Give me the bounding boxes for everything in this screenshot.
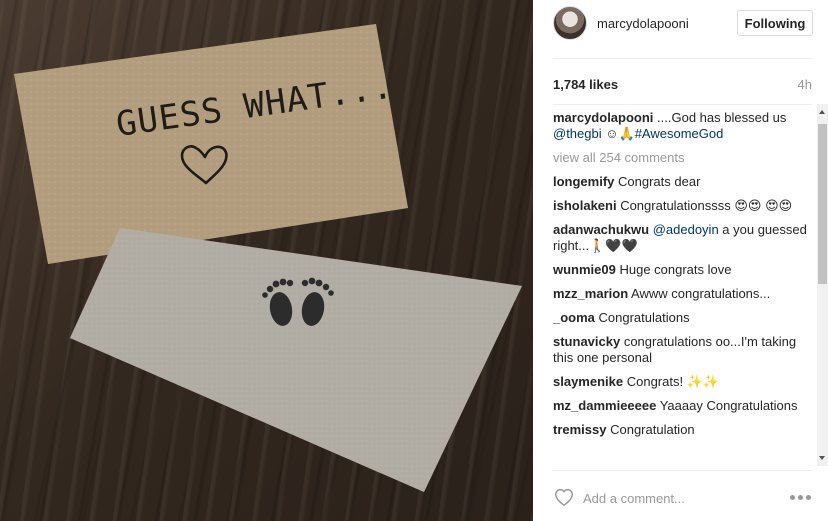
comments-list[interactable]: marcydolapooni ....God has blessed us @t… xyxy=(553,110,819,466)
grey-card xyxy=(70,228,522,492)
comment-text: Congratulation xyxy=(606,422,695,437)
comment-item: mzz_marion Awww congratulations... xyxy=(553,286,819,302)
avatar[interactable] xyxy=(553,6,587,40)
comment-item: stunavicky congratulations oo...I'm taki… xyxy=(553,334,819,366)
post-time[interactable]: 4h xyxy=(798,77,812,92)
comment-text: Huge congrats love xyxy=(615,262,732,277)
comment-username[interactable]: tremissy xyxy=(553,422,606,437)
comment-text: Yaaaay Congratulations xyxy=(656,398,798,413)
caption-username[interactable]: marcydolapooni xyxy=(553,110,653,125)
comment-item: longemify Congrats dear xyxy=(553,174,819,190)
comment-text: Congratulations xyxy=(594,310,690,325)
post-photo[interactable]: GUESS WHAT... xyxy=(0,0,533,521)
comments-scrollbar[interactable] xyxy=(817,104,828,466)
likes-count[interactable]: 1,784 likes xyxy=(553,77,618,92)
comment-item: slaymenike Congrats! ✨✨ xyxy=(553,374,819,390)
caption-emoji: ☺🙏 xyxy=(601,126,635,141)
view-all-comments-link[interactable]: view all 254 comments xyxy=(553,150,819,166)
scroll-up-arrow-icon[interactable] xyxy=(819,110,825,114)
comment-username[interactable]: adanwachukwu xyxy=(553,222,649,237)
comment-item: isholakeni Congratulationssss 😍😍 😍😍 xyxy=(553,198,819,214)
dot xyxy=(798,494,803,500)
comment-text: Congrats dear xyxy=(614,174,701,189)
comment-text: Awww congratulations... xyxy=(628,286,771,301)
post-sidebar: marcydolapooni Following 1,784 likes 4h … xyxy=(533,0,828,521)
post-header: marcydolapooni Following xyxy=(533,0,828,48)
dot xyxy=(806,494,811,500)
scroll-down-arrow-icon[interactable] xyxy=(819,456,825,460)
comment-text: Congratulationssss 😍😍 😍😍 xyxy=(616,198,793,213)
footer-divider xyxy=(553,470,812,471)
stats-divider xyxy=(553,104,812,105)
comment-username[interactable]: _ooma xyxy=(553,310,595,325)
add-comment-input[interactable] xyxy=(583,488,773,508)
comment-item: mz_dammieeeee Yaaaay Congratulations xyxy=(553,398,819,414)
comment-item: _ooma Congratulations xyxy=(553,310,819,326)
comment-username[interactable]: slaymenike xyxy=(553,374,623,389)
caption-text: ....God has blessed us xyxy=(653,110,787,125)
comment-item: wunmie09 Huge congrats love xyxy=(553,262,819,278)
comment-username[interactable]: mz_dammieeeee xyxy=(553,398,656,413)
following-button[interactable]: Following xyxy=(737,10,813,36)
header-username[interactable]: marcydolapooni xyxy=(597,16,689,31)
comment-item: adanwachukwu @adedoyin a you guessed rig… xyxy=(553,222,819,254)
comment-username[interactable]: stunavicky xyxy=(553,334,620,349)
comment-username[interactable]: isholakeni xyxy=(553,198,617,213)
scrollbar-thumb[interactable] xyxy=(818,124,827,284)
comment-text: Congrats! ✨✨ xyxy=(623,374,720,389)
comment-mention[interactable]: @adedoyin xyxy=(653,222,719,237)
heart-outline-icon[interactable] xyxy=(553,486,575,508)
dot xyxy=(790,494,795,500)
comment-username[interactable]: mzz_marion xyxy=(553,286,628,301)
header-divider xyxy=(553,58,812,59)
caption: marcydolapooni ....God has blessed us @t… xyxy=(553,110,819,142)
comment-username[interactable]: longemify xyxy=(553,174,614,189)
photo-scene: GUESS WHAT... xyxy=(14,24,522,492)
caption-mention[interactable]: @thegbi xyxy=(553,126,602,141)
comment-item: tremissy Congratulation xyxy=(553,422,819,438)
kraft-card: GUESS WHAT... xyxy=(14,24,408,264)
ellipsis-icon[interactable] xyxy=(790,490,814,504)
comment-username[interactable]: wunmie09 xyxy=(553,262,616,277)
caption-hashtag[interactable]: #AwesomeGod xyxy=(635,126,724,141)
